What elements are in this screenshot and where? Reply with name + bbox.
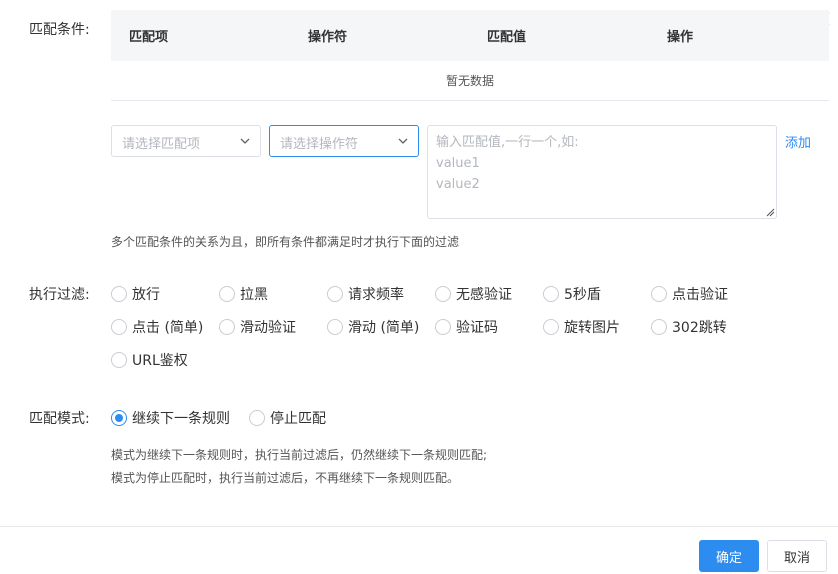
cancel-button[interactable]: 取消 [767, 540, 827, 572]
match-mode-label: 匹配模式: [29, 411, 90, 427]
filter-option-5s-shield[interactable]: 5秒盾 [543, 284, 601, 304]
filter-option-label: 验证码 [456, 320, 498, 336]
chevron-down-icon [240, 138, 250, 144]
conditions-table: 匹配项 操作符 匹配值 操作 暂无数据 [111, 10, 829, 101]
radio-circle [111, 286, 127, 302]
radio-circle [111, 319, 127, 335]
radio-circle [435, 286, 451, 302]
match-value-textarea[interactable] [427, 125, 777, 219]
filter-option-rate[interactable]: 请求频率 [327, 284, 404, 304]
filter-option-302-redirect[interactable]: 302跳转 [651, 317, 727, 337]
radio-circle [327, 319, 343, 335]
radio-circle [327, 286, 343, 302]
filter-option-label: 无感验证 [456, 287, 512, 303]
filter-option-label: URL鉴权 [132, 353, 188, 369]
filter-option-label: 滑动验证 [240, 320, 296, 336]
filter-option-allow[interactable]: 放行 [111, 284, 160, 304]
filter-option-url-auth[interactable]: URL鉴权 [111, 350, 188, 370]
filter-option-label: 请求频率 [348, 287, 404, 303]
match-mode-option-label: 继续下一条规则 [132, 411, 230, 427]
radio-circle [651, 286, 667, 302]
match-mode-hint-line-1: 模式为继续下一条规则时，执行当前过滤后，仍然继续下一条规则匹配; [111, 448, 488, 462]
filter-option-click-simple[interactable]: 点击 (简单) [111, 317, 203, 337]
radio-circle [249, 410, 265, 426]
empty-text: 暂无数据 [445, 74, 494, 88]
filter-action-label: 执行过滤: [29, 287, 90, 303]
radio-circle [219, 286, 235, 302]
filter-option-label: 5秒盾 [564, 287, 601, 303]
filter-option-slide-simple[interactable]: 滑动 (简单) [327, 317, 419, 337]
conditions-hint: 多个匹配条件的关系为且，即所有条件都满足时才执行下面的过滤 [111, 235, 460, 249]
table-header: 匹配项 操作符 匹配值 操作 [111, 10, 829, 61]
match-mode-hint-line-2: 模式为停止匹配时，执行当前过滤后，不再继续下一条规则匹配。 [111, 471, 460, 485]
filter-option-label: 滑动 (简单) [348, 320, 420, 336]
footer-divider [0, 526, 838, 527]
match-mode-continue[interactable]: 继续下一条规则 [111, 408, 230, 428]
column-header-operator: 操作符 [308, 30, 348, 45]
filter-option-label: 点击验证 [672, 287, 728, 303]
match-item-placeholder: 请选择匹配项 [122, 137, 201, 152]
confirm-button[interactable]: 确定 [699, 540, 759, 572]
operator-select[interactable]: 请选择操作符 [269, 125, 419, 157]
radio-circle [543, 286, 559, 302]
filter-option-label: 点击 (简单) [132, 320, 204, 336]
radio-circle [219, 319, 235, 335]
operator-placeholder: 请选择操作符 [280, 137, 359, 152]
table-empty-row: 暂无数据 [111, 61, 829, 101]
add-condition-link[interactable]: 添加 [785, 132, 811, 151]
filter-option-slide-verify[interactable]: 滑动验证 [219, 317, 296, 337]
chevron-down-icon [398, 138, 408, 144]
filter-option-invisible-verify[interactable]: 无感验证 [435, 284, 512, 304]
filter-option-captcha[interactable]: 验证码 [435, 317, 498, 337]
filter-option-label: 放行 [132, 287, 160, 303]
filter-option-click-verify[interactable]: 点击验证 [651, 284, 728, 304]
column-header-match-value: 匹配值 [487, 30, 527, 45]
filter-option-label: 拉黑 [240, 287, 268, 303]
filter-option-rotate-image[interactable]: 旋转图片 [543, 317, 620, 337]
match-item-select[interactable]: 请选择匹配项 [111, 125, 261, 157]
match-mode-stop[interactable]: 停止匹配 [249, 408, 326, 428]
match-mode-option-label: 停止匹配 [270, 411, 326, 427]
radio-circle [111, 352, 127, 368]
filter-option-label: 旋转图片 [564, 320, 620, 336]
radio-circle [435, 319, 451, 335]
radio-circle [651, 319, 667, 335]
filter-option-block[interactable]: 拉黑 [219, 284, 268, 304]
radio-circle-checked [111, 410, 127, 426]
filter-option-label: 302跳转 [672, 320, 727, 336]
radio-circle [543, 319, 559, 335]
match-conditions-label: 匹配条件: [29, 22, 90, 38]
column-header-action: 操作 [667, 30, 694, 45]
column-header-match-item: 匹配项 [129, 30, 169, 45]
